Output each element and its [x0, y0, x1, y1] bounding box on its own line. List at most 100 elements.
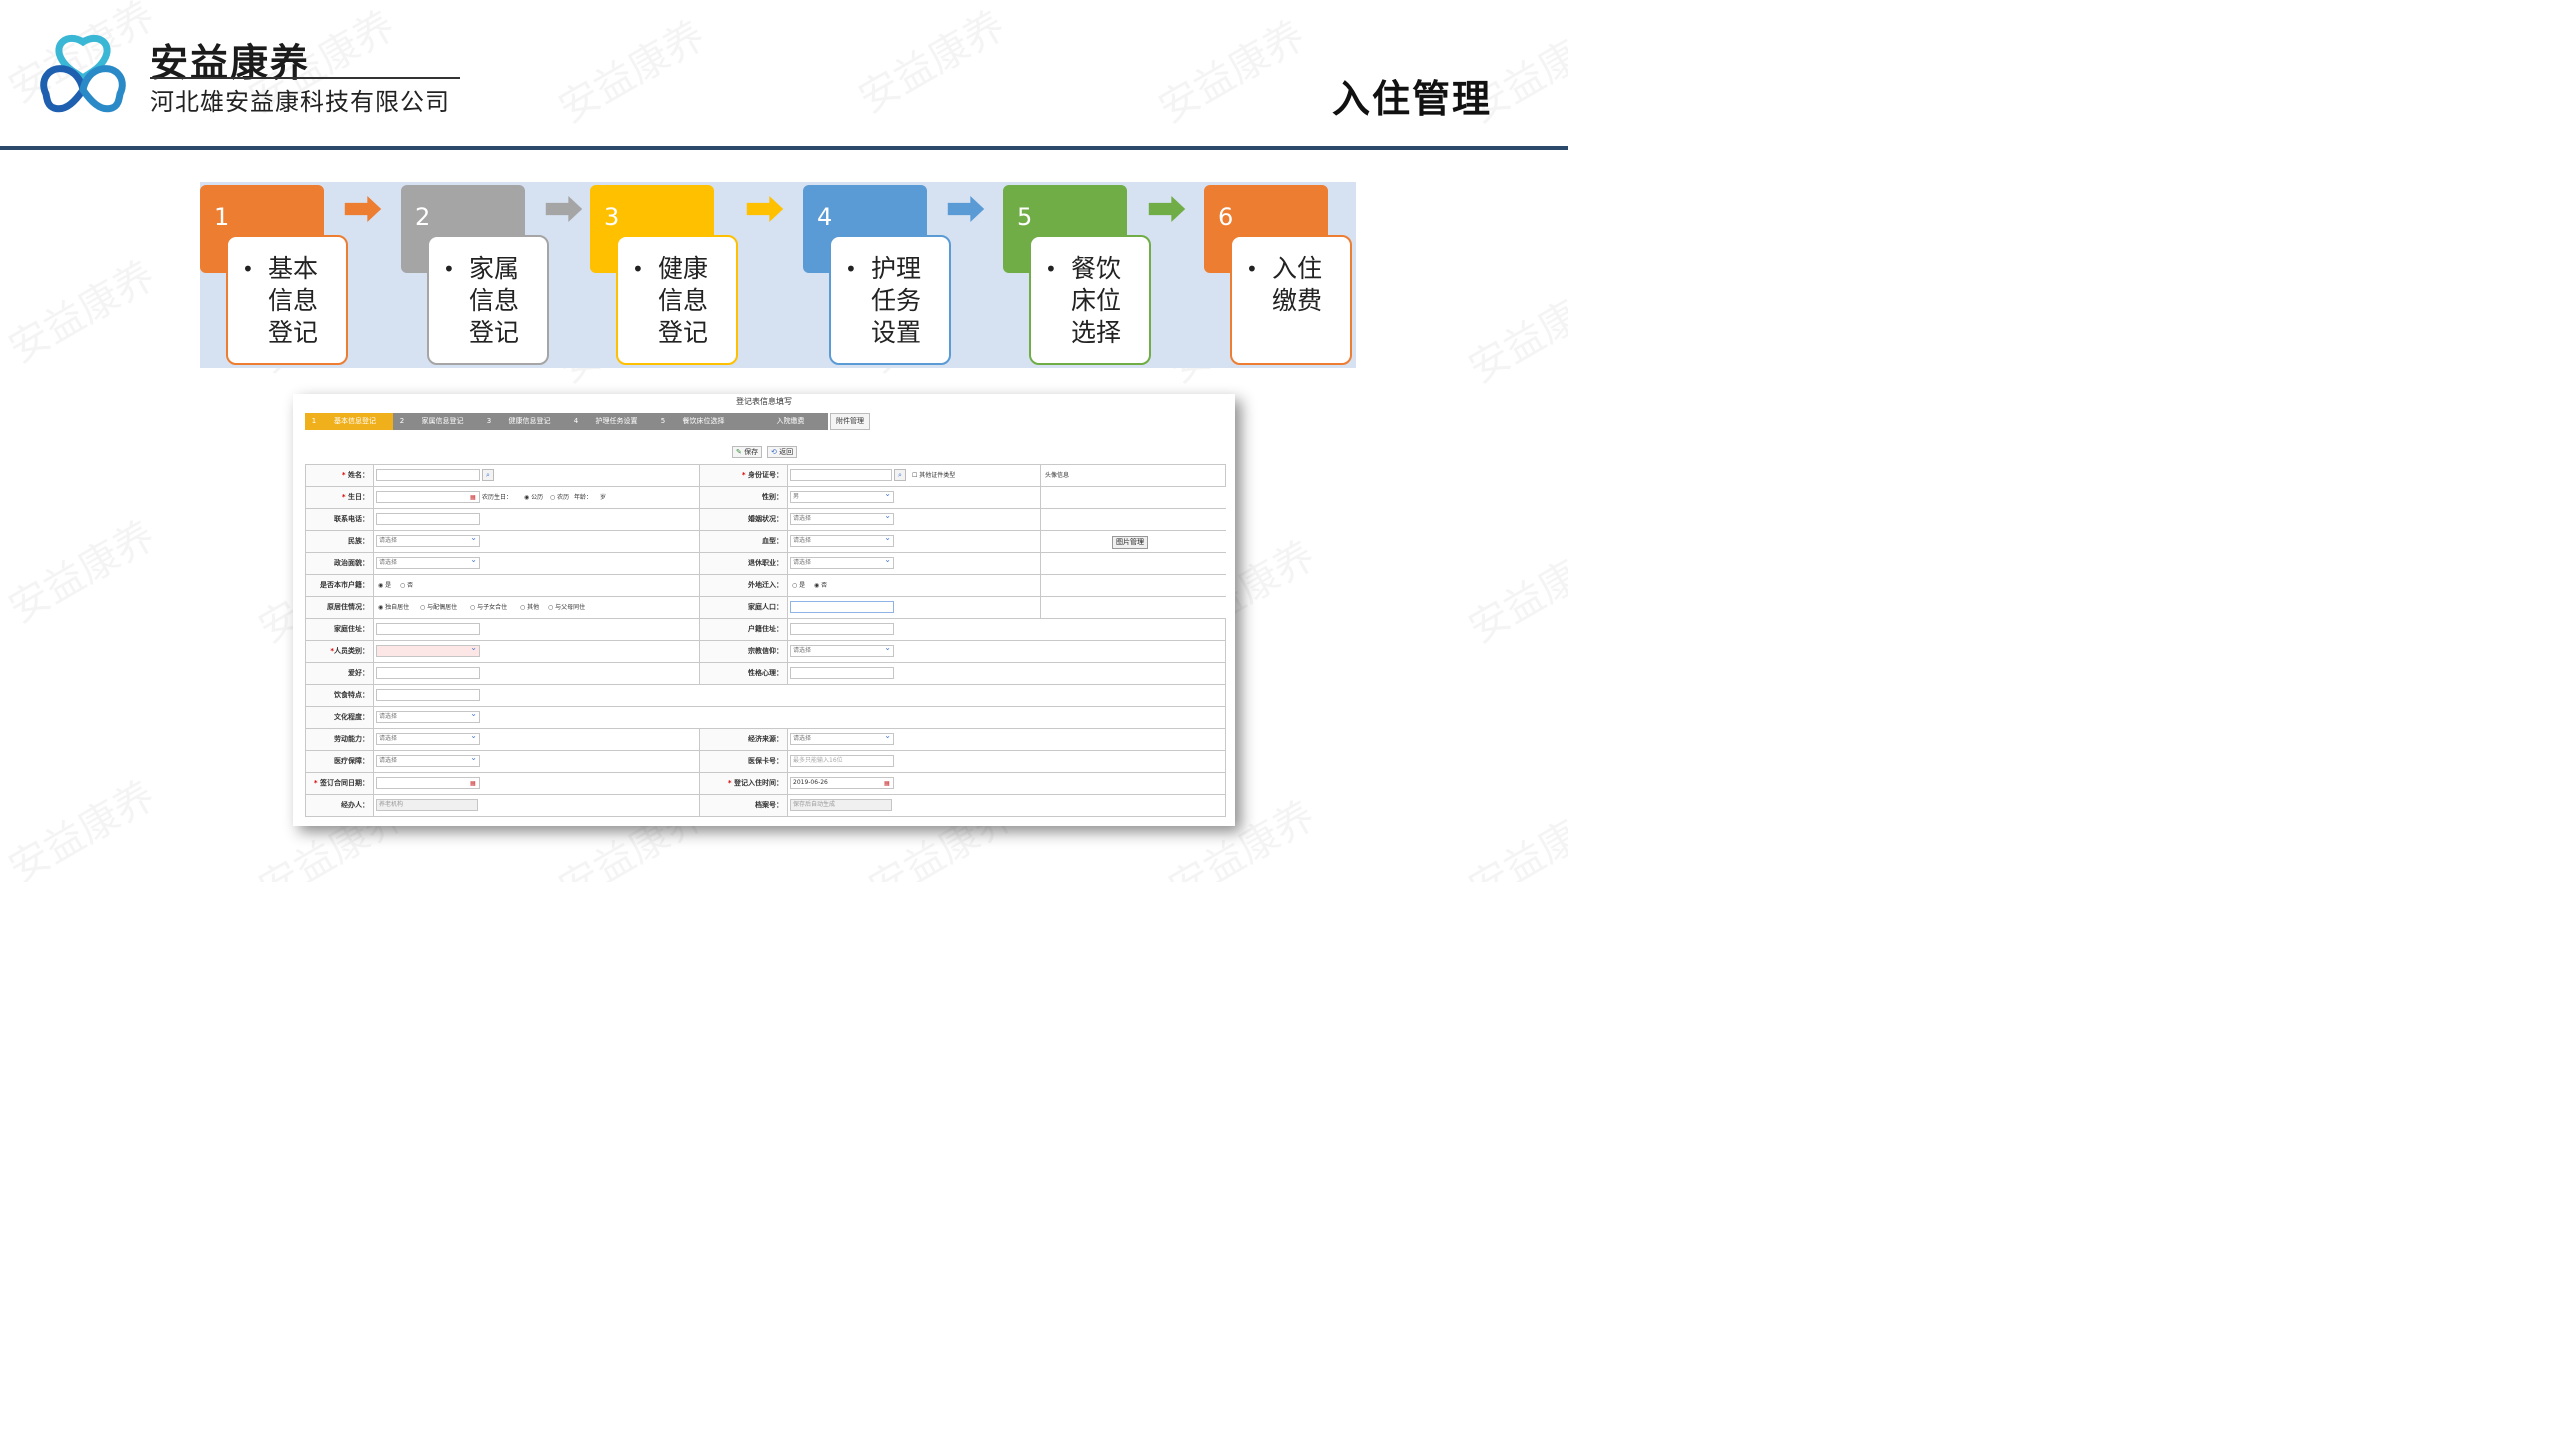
medical-label: 医疗保障： — [334, 757, 369, 765]
living-parents-radio[interactable]: ○ 与父母同住 — [548, 597, 585, 618]
checkin-time-input[interactable]: 2019-06-26 — [790, 777, 894, 789]
moved-yes-radio[interactable]: ○ 是 — [792, 575, 805, 596]
step-card: • 入住 缴费 — [1230, 235, 1352, 365]
save-button[interactable]: ✎ 保存 — [732, 446, 763, 458]
home-addr-input[interactable] — [376, 623, 480, 635]
living-alone-radio[interactable]: ◉ 独自居住 — [378, 597, 409, 618]
nation-select[interactable]: 请选择 — [376, 533, 480, 547]
medical-card-input[interactable]: 最多只能输入16位 — [790, 755, 894, 767]
step-label-line: 缴费 — [1272, 286, 1323, 315]
calendar-icon[interactable]: ▦ — [470, 487, 476, 508]
form-tab-4[interactable]: 4 护理任务设置 — [567, 413, 654, 430]
hobby-label: 爱好： — [348, 669, 369, 677]
religion-label: 宗教信仰： — [748, 647, 783, 655]
form-tab-3[interactable]: 3 健康信息登记 — [480, 413, 567, 430]
form-row-living: 原居住情况： ◉ 独自居住 ○ 与配偶居住 ○ 与子女合住 ○ 其他 ○ 与父母… — [306, 597, 1226, 619]
step-label-line: 基本 — [268, 254, 319, 283]
calendar-icon[interactable]: ▦ — [884, 773, 890, 794]
back-button[interactable]: ⟲ 返回 — [767, 446, 798, 458]
medical-card-label: 医保卡号： — [748, 757, 783, 765]
calendar-icon[interactable]: ▦ — [470, 773, 476, 794]
moved-no-radio[interactable]: ◉ 否 — [814, 575, 827, 596]
step-label: • 基本 信息 登记 — [242, 253, 342, 349]
attachment-tab-label: 附件管理 — [836, 417, 864, 425]
step-number: 2 — [415, 203, 431, 231]
arrow-right-icon — [746, 196, 784, 222]
step-number: 5 — [1017, 203, 1033, 231]
photo-manage-button[interactable]: 图片管理 — [1112, 536, 1148, 549]
living-spouse-radio[interactable]: ○ 与配偶居住 — [420, 597, 457, 618]
personality-input[interactable] — [790, 667, 894, 679]
person-type-label: 人员类别： — [334, 647, 369, 655]
diet-input[interactable] — [376, 689, 480, 701]
search-icon[interactable]: ⌕ — [482, 469, 494, 481]
step-number: 6 — [1218, 203, 1234, 231]
form-row-name: * 姓名： ⌕ * 身份证号： ⌕ ☐ 其他证件类型 头像信息 — [306, 465, 1226, 487]
step-label-line: 入住 — [1272, 254, 1323, 283]
hukou-yes-radio[interactable]: ◉ 是 — [378, 575, 391, 596]
living-other-radio[interactable]: ○ 其他 — [520, 597, 539, 618]
form-row-hukou: 是否本市户籍： ◉ 是 ○ 否 外地迁入： ○ 是 ◉ 否 — [306, 575, 1226, 597]
form-row-address: 家庭住址： 户籍住址： — [306, 619, 1226, 641]
watermark-text: 安益康养 — [0, 244, 164, 374]
tab-label: 家属信息登记 — [421, 417, 464, 425]
blood-label: 血型： — [762, 537, 783, 545]
form-tab-1[interactable]: 1 基本信息登记 — [305, 413, 393, 430]
family-count-input[interactable] — [790, 601, 894, 613]
step-label-line: 健康 — [658, 254, 709, 283]
step-card: • 护理 任务 设置 — [829, 235, 951, 365]
hobby-input[interactable] — [376, 667, 480, 679]
watermark-text: 安益康养 — [1456, 784, 1568, 882]
form-tab-5[interactable]: 5 餐饮床位选择 — [654, 413, 741, 430]
attachment-tab[interactable]: 附件管理 — [830, 413, 870, 430]
living-children-radio[interactable]: ○ 与子女合住 — [470, 597, 507, 618]
step-card: • 家属 信息 登记 — [427, 235, 549, 365]
contract-date-label: 签订合同日期： — [320, 779, 369, 787]
phone-input[interactable] — [376, 513, 480, 525]
labor-select[interactable]: 请选择 — [376, 731, 480, 745]
form-row-diet: 饮食特点： — [306, 685, 1226, 707]
process-step-6: 6 • 入住 缴费 — [1204, 185, 1356, 367]
medical-select[interactable]: 请选择 — [376, 753, 480, 767]
name-input[interactable] — [376, 469, 480, 481]
file-no-label: 档案号： — [755, 801, 783, 809]
photo-header: 头像信息 — [1045, 472, 1070, 479]
local-hukou-label: 是否本市户籍： — [320, 581, 369, 589]
form-row-operator: 经办人： 养老机构 档案号： 保存后自动生成 — [306, 795, 1226, 817]
tab-label: 护理任务设置 — [595, 417, 638, 425]
step-label-line: 任务 — [871, 286, 922, 315]
search-icon[interactable]: ⌕ — [894, 469, 906, 481]
income-select[interactable]: 请选择 — [790, 731, 894, 745]
person-type-select[interactable] — [376, 643, 480, 657]
education-select[interactable]: 请选择 — [376, 709, 480, 723]
slide-header: 安益康养 河北雄安益康科技有限公司 入住管理 — [0, 0, 1568, 148]
watermark-text: 安益康养 — [0, 504, 164, 634]
basic-info-form: * 姓名： ⌕ * 身份证号： ⌕ ☐ 其他证件类型 头像信息 * 生日： ▦ … — [305, 464, 1226, 817]
education-label: 文化程度： — [334, 713, 369, 721]
contract-date-input[interactable] — [376, 777, 480, 789]
idno-input[interactable] — [790, 469, 892, 481]
watermark-text: 安益康养 — [1456, 264, 1568, 394]
gender-select[interactable]: 男 — [790, 489, 894, 503]
religion-select[interactable]: 请选择 — [790, 643, 894, 657]
marital-select[interactable]: 请选择 — [790, 511, 894, 525]
living-label: 原居住情况： — [327, 603, 369, 611]
bullet-icon: • — [632, 257, 644, 281]
arrow-right-icon — [545, 196, 583, 222]
form-tab-6[interactable]: 入院缴费 — [741, 413, 828, 430]
calendar-lunar-radio[interactable]: ○ 农历 — [550, 487, 569, 508]
birthday-input[interactable] — [376, 491, 480, 503]
step-label-line: 床位 — [1071, 286, 1122, 315]
retire-job-select[interactable]: 请选择 — [790, 555, 894, 569]
political-label: 政治面貌： — [334, 559, 369, 567]
other-id-checkbox[interactable]: ☐ 其他证件类型 — [912, 465, 955, 486]
hukou-addr-input[interactable] — [790, 623, 894, 635]
hukou-no-radio[interactable]: ○ 否 — [400, 575, 413, 596]
calendar-solar-radio[interactable]: ◉ 公历 — [524, 487, 543, 508]
back-icon: ⟲ — [771, 448, 777, 456]
political-select[interactable]: 请选择 — [376, 555, 480, 569]
form-tab-2[interactable]: 2 家属信息登记 — [393, 413, 480, 430]
blood-select[interactable]: 请选择 — [790, 533, 894, 547]
form-row-contract: * 签订合同日期： ▦ * 登记入住时间： 2019-06-26 ▦ — [306, 773, 1226, 795]
step-number: 1 — [214, 203, 230, 231]
